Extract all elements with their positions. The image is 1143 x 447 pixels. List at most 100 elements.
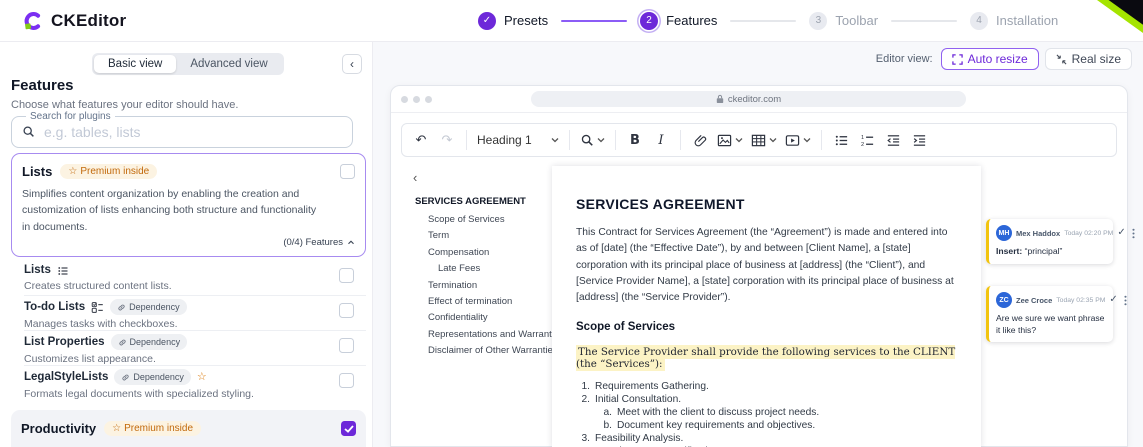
editor-view-bar: Editor view: Auto resize Real size <box>876 48 1132 70</box>
address-bar[interactable]: ckeditor.com <box>531 91 966 107</box>
comment-card[interactable]: MH Mex Haddox Today 02:20 PM ✓ Insert: “… <box>986 219 1113 264</box>
outdent-icon <box>886 133 901 148</box>
step-presets[interactable]: ✓Presets <box>478 12 548 30</box>
media-button[interactable] <box>783 128 813 152</box>
auto-resize-button[interactable]: Auto resize <box>941 48 1039 70</box>
ckeditor-logo[interactable]: CKEditor <box>22 10 126 32</box>
step-toolbar[interactable]: 3Toolbar <box>809 12 878 30</box>
subfeature-description: Customizes list appearance. <box>24 353 366 365</box>
outdent-button[interactable] <box>882 128 904 152</box>
comment-author: Zee Croce <box>1016 296 1052 305</box>
resolve-comment-icon[interactable]: ✓ <box>1117 228 1125 238</box>
subfeature-checkbox[interactable] <box>339 303 354 318</box>
feature-card-title: Lists <box>22 164 52 179</box>
toolbar-separator <box>821 130 822 150</box>
comment-menu-icon[interactable] <box>1124 295 1127 306</box>
link-button[interactable] <box>689 128 711 152</box>
document-section-heading: Scope of Services <box>576 321 957 333</box>
comment-menu-icon[interactable] <box>1132 228 1135 239</box>
indent-button[interactable] <box>908 128 930 152</box>
document-page[interactable]: SERVICES AGREEMENT This Contract for Ser… <box>552 166 981 447</box>
redo-button[interactable]: ↷ <box>436 128 458 152</box>
subfeature-checkbox[interactable] <box>339 338 354 353</box>
logo-text: CKEditor <box>51 11 126 31</box>
subfeature-checkbox[interactable] <box>339 268 354 283</box>
features-sidebar: Basic view Advanced view ‹ Features Choo… <box>0 41 373 447</box>
toc-item[interactable]: Compensation <box>415 245 550 261</box>
subfeature-description: Creates structured content lists. <box>24 280 366 292</box>
numbered-list-button[interactable]: 12 <box>856 128 878 152</box>
comment-author: Mex Haddox <box>1016 229 1060 238</box>
browser-chrome: ckeditor.com <box>391 86 1127 113</box>
step-label: Presets <box>504 13 548 28</box>
app: CKEditor ✓Presets2Features3Toolbar4Insta… <box>0 0 1143 447</box>
todo-list-icon <box>91 301 104 314</box>
step-features[interactable]: 2Features <box>640 12 717 30</box>
search-input[interactable] <box>42 123 316 141</box>
chevron-down-icon <box>803 137 811 143</box>
table-button[interactable] <box>749 128 779 152</box>
toc-item[interactable]: Confidentiality <box>415 310 550 326</box>
comment-body: Insert: “principal” <box>996 246 1106 258</box>
chevron-left-icon: ‹ <box>413 170 417 185</box>
feature-card-checkbox[interactable] <box>340 164 355 179</box>
toc-item[interactable]: Late Fees <box>415 261 550 277</box>
image-button[interactable] <box>715 128 745 152</box>
subfeature-checkbox[interactable] <box>339 373 354 388</box>
ckeditor-logo-icon <box>22 10 44 32</box>
bold-button[interactable]: B <box>624 128 646 152</box>
document-list-item: 3.Feasibility Analysis. <box>576 433 957 446</box>
step-number: 4 <box>970 12 988 30</box>
real-size-button[interactable]: Real size <box>1045 48 1132 70</box>
toc-item[interactable]: Term <box>415 228 550 244</box>
step-number: 3 <box>809 12 827 30</box>
collapse-toc-button[interactable]: ‹ <box>413 170 417 185</box>
editor-toolbar: ↶↷ Heading 1 BI 12 <box>401 123 1117 157</box>
toolbar-separator <box>680 130 681 150</box>
tab-basic-view[interactable]: Basic view <box>94 55 176 73</box>
premium-star-icon: ☆ <box>68 166 77 177</box>
toc-item[interactable]: Scope of Services <box>415 212 550 228</box>
toc-item[interactable]: Effect of termination <box>415 294 550 310</box>
indent-icon <box>912 133 927 148</box>
link-icon <box>118 338 127 347</box>
view-toggle: Basic view Advanced view <box>92 53 284 75</box>
image-icon <box>717 133 732 148</box>
document-list-item: 2.Initial Consultation. <box>576 394 957 407</box>
comment-body: Are we sure we want phrase it like this? <box>996 313 1106 336</box>
find-button[interactable] <box>578 128 607 152</box>
chevron-down-icon <box>769 137 777 143</box>
feature-card-checkbox[interactable] <box>341 421 356 436</box>
feature-card-productivity[interactable]: Productivity ☆ Premium inside <box>11 410 366 447</box>
feature-card-description: Simplifies content organization by enabl… <box>22 186 322 235</box>
dependency-badge: Dependency <box>110 299 187 315</box>
tab-advanced-view[interactable]: Advanced view <box>176 55 281 73</box>
resolve-comment-icon[interactable]: ✓ <box>1109 295 1117 305</box>
document-list-item: 1.Requirements Gathering. <box>576 381 957 394</box>
collapse-sidebar-button[interactable]: ‹ <box>342 54 362 74</box>
bulleted-list-button[interactable] <box>830 128 852 152</box>
toolbar-separator <box>569 130 570 150</box>
document-title: SERVICES AGREEMENT <box>576 196 957 212</box>
dependency-badge: Dependency <box>111 334 188 350</box>
premium-badge: ☆ Premium inside <box>104 421 201 436</box>
plugin-search-box: Search for plugins <box>11 111 353 148</box>
subfeature-description: Formats legal documents with specialized… <box>24 388 366 400</box>
step-installation[interactable]: 4 Installation <box>970 12 1058 30</box>
comment-card[interactable]: ZC Zee Croce Today 02:35 PM ✓ Are we sur… <box>986 286 1113 342</box>
toc-item[interactable]: Termination <box>415 278 550 294</box>
bulleted-list-icon <box>834 133 849 148</box>
heading-dropdown-button[interactable]: Heading 1 <box>475 128 561 152</box>
features-count-toggle[interactable]: (0/4) Features <box>283 237 355 248</box>
undo-button[interactable]: ↶ <box>410 128 432 152</box>
toc-item[interactable]: Representations and Warranties <box>415 327 550 343</box>
step-connector <box>561 20 627 22</box>
italic-button[interactable]: I <box>650 128 672 152</box>
document-list-item: a.Meet with the client to discuss projec… <box>598 407 957 420</box>
toolbar-separator <box>615 130 616 150</box>
feature-card-lists[interactable]: Lists ☆ Premium inside Simplifies conten… <box>11 153 366 257</box>
stepper: ✓Presets 2Features 3Toolbar 4 Installation <box>478 0 1058 41</box>
expand-icon <box>952 54 963 65</box>
toc-item[interactable]: Disclaimer of Other Warranties <box>415 343 550 359</box>
step-label: Installation <box>996 13 1058 28</box>
